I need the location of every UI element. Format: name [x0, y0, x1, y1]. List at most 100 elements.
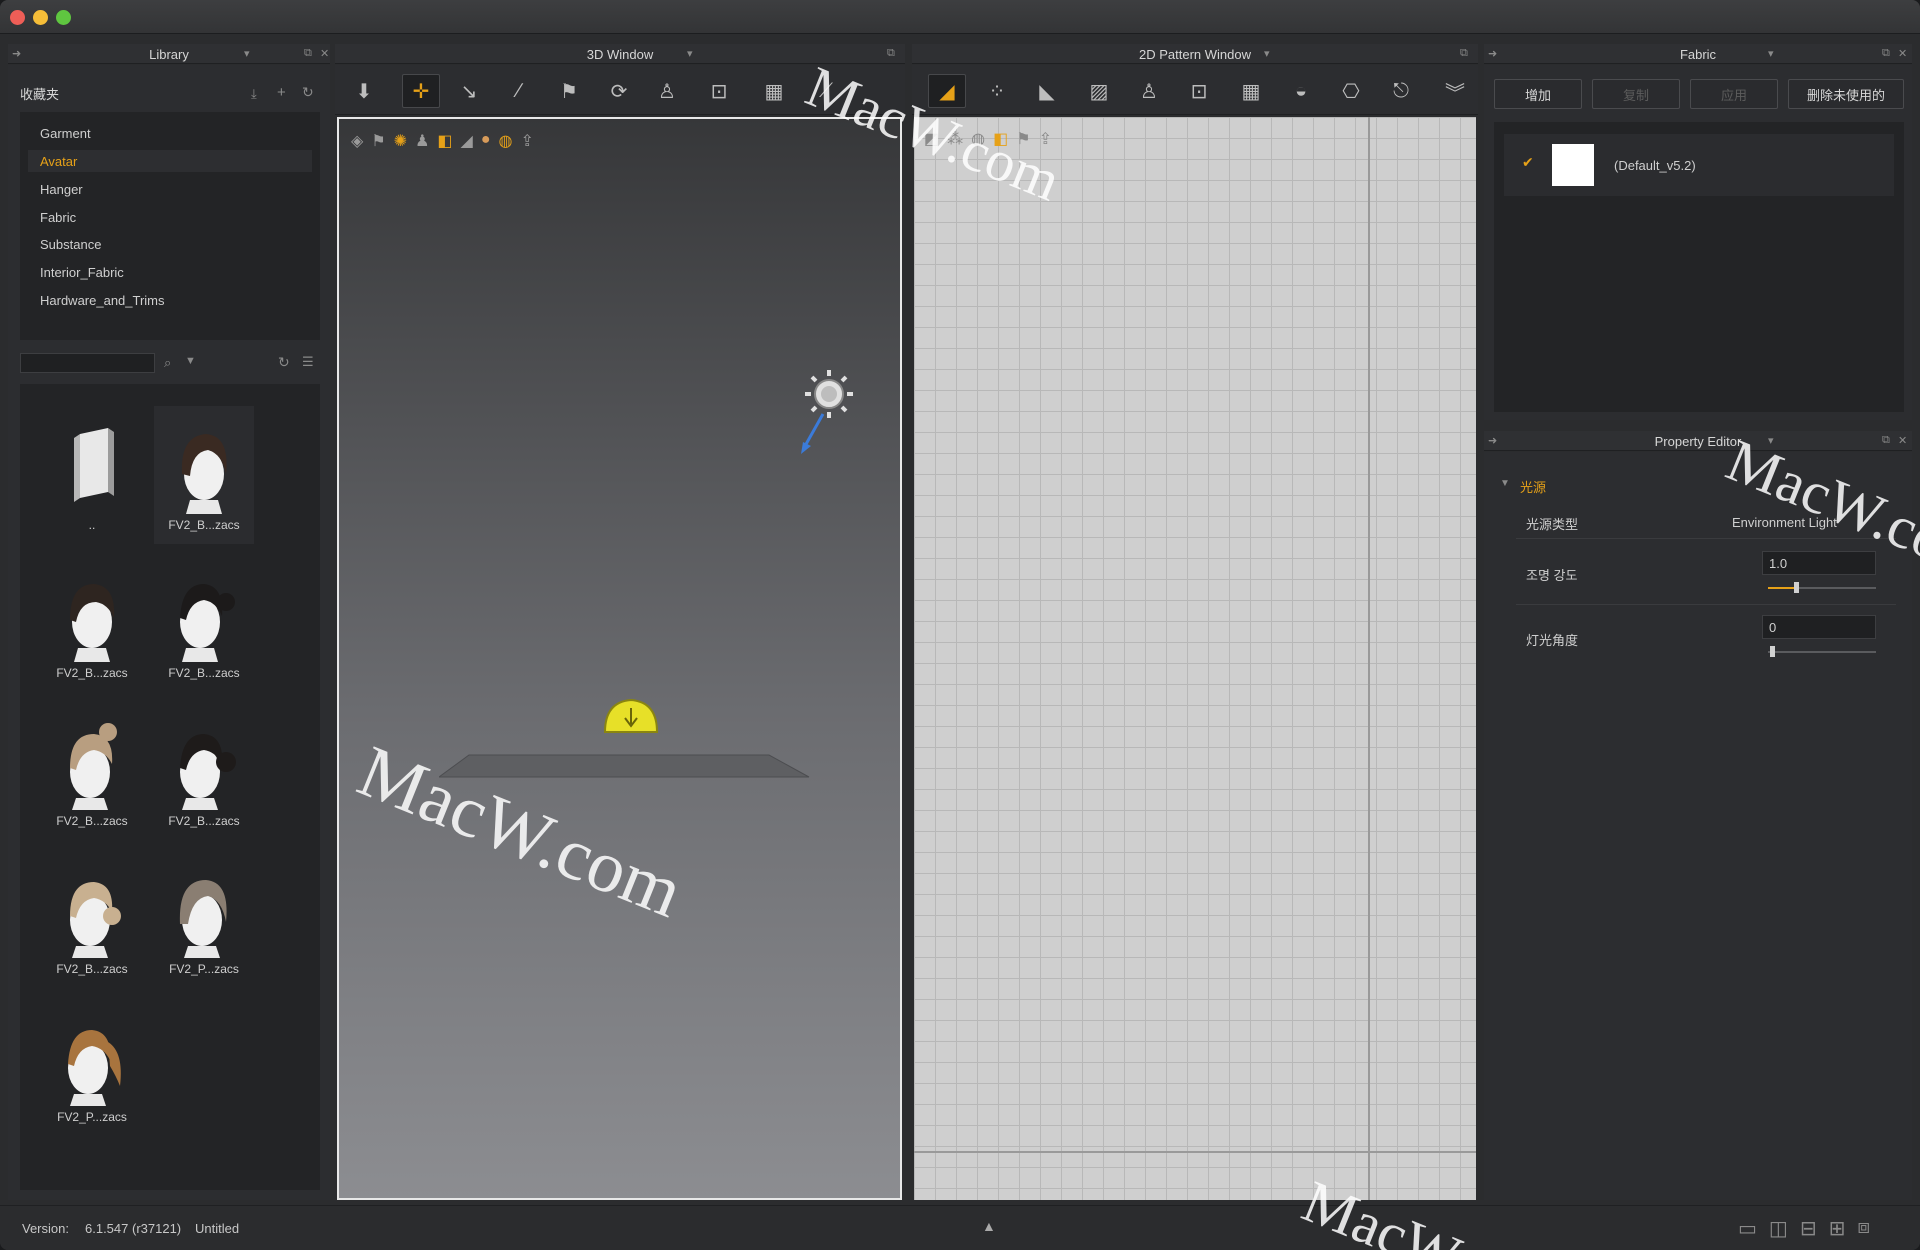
edit-pattern-button[interactable]: ∕	[500, 74, 538, 108]
garment-display-icon[interactable]: ⚑	[371, 131, 385, 151]
rectangle-button[interactable]: ▨	[1080, 74, 1118, 108]
globe-icon[interactable]: ◍	[499, 131, 513, 151]
export-icon[interactable]: ⇪	[520, 131, 533, 151]
refresh-list-icon[interactable]: ↻	[278, 354, 290, 371]
library-search-input[interactable]	[20, 353, 155, 373]
layout-single-icon[interactable]: ▭	[1738, 1216, 1757, 1241]
intensity-slider-thumb[interactable]	[1794, 582, 1799, 593]
library-item-folder-up[interactable]: ..	[42, 406, 142, 544]
avatar-display-icon[interactable]: ♟	[415, 131, 429, 151]
zipper-button[interactable]: ⎋	[1382, 74, 1420, 108]
row-divider	[1516, 538, 1896, 539]
add-folder-icon[interactable]: +	[277, 84, 286, 101]
delete-unused-button[interactable]: 删除未使用的	[1788, 79, 1904, 109]
edit-point-button[interactable]: ⁘	[978, 74, 1016, 108]
library-folder-interior-fabric[interactable]: Interior_Fabric	[28, 261, 312, 283]
simulation-button[interactable]: ⬇	[345, 74, 383, 108]
pin-button[interactable]: ♙	[1130, 74, 1168, 108]
float-panel-icon[interactable]: ⧉	[1882, 434, 1890, 447]
close-panel-icon[interactable]: ✕	[1898, 47, 1907, 60]
import-icon[interactable]: ⤓	[251, 86, 257, 102]
add-fabric-button[interactable]: 增加	[1494, 79, 1582, 109]
apply-fabric-button[interactable]: 应用	[1690, 79, 1778, 109]
export-2d-icon[interactable]: ⇪	[1039, 129, 1052, 149]
library-item[interactable]: FV2_B...zacs	[42, 554, 142, 692]
light-type-value[interactable]: Environment Light	[1732, 515, 1837, 530]
pattern-display-icon[interactable]: ◩	[924, 129, 939, 149]
library-folder-fabric[interactable]: Fabric	[28, 206, 312, 228]
library-folder-hardware-and-trims[interactable]: Hardware_and_Trims	[28, 289, 312, 311]
library-folder-garment[interactable]: Garment	[28, 122, 312, 144]
copy-fabric-button[interactable]: 复制	[1592, 79, 1680, 109]
notch-display-icon[interactable]: ⁂	[947, 129, 963, 149]
expand-panel-up-icon[interactable]: ▲	[982, 1218, 996, 1234]
close-panel-icon[interactable]: ✕	[320, 47, 329, 60]
tack-2d-button[interactable]: ⊡	[1180, 74, 1218, 108]
more-tools-button[interactable]: ︾	[1436, 74, 1474, 108]
dropdown-icon[interactable]: ▾	[1768, 434, 1774, 447]
iron-button[interactable]: ◒	[1282, 74, 1320, 108]
library-folder-hanger[interactable]: Hanger	[28, 178, 312, 200]
dropdown-icon[interactable]: ▾	[1264, 47, 1270, 60]
light-angle-slider-track[interactable]	[1768, 651, 1876, 653]
viewport-3d[interactable]: ◈ ⚑ ✺ ♟ ◧ ◢ ● ◍ ⇪	[337, 117, 902, 1200]
layout-split-icon[interactable]: ◫	[1769, 1216, 1788, 1241]
collapse-section-icon[interactable]: ▼	[1500, 478, 1510, 489]
texture-icon[interactable]: ✺	[394, 131, 407, 151]
fabric-display-icon[interactable]: ◧	[437, 131, 452, 151]
layout-quad-icon[interactable]: ⊞	[1829, 1216, 1846, 1241]
texture-2d-icon[interactable]: ◍	[971, 129, 985, 149]
measure-button[interactable]: ⟋	[807, 74, 845, 108]
dropdown-icon[interactable]: ▾	[244, 47, 250, 60]
search-dropdown-icon[interactable]: ▼	[185, 355, 196, 367]
library-folder-avatar[interactable]: Avatar	[28, 150, 312, 172]
topstitch-button[interactable]: ▦	[755, 74, 793, 108]
stitch-display-icon[interactable]: ◢	[461, 131, 473, 151]
skin-display-icon[interactable]: ●	[481, 131, 491, 151]
fold-arrangement-button[interactable]: ⟳	[600, 74, 638, 108]
layout-three-icon[interactable]: ⊟	[1800, 1216, 1817, 1241]
intensity-slider-track[interactable]	[1768, 587, 1876, 589]
view-mode-icon[interactable]: ◈	[351, 131, 363, 151]
float-panel-icon[interactable]: ⧉	[1460, 47, 1468, 60]
library-item[interactable]: FV2_B...zacs	[154, 554, 254, 692]
minimize-window-button[interactable]	[33, 10, 48, 25]
close-panel-icon[interactable]: ✕	[1898, 434, 1907, 447]
light-angle-slider-thumb[interactable]	[1770, 646, 1775, 657]
garment-2d-icon[interactable]: ⚑	[1016, 129, 1030, 149]
grid-2d-button[interactable]: ▦	[1232, 74, 1270, 108]
light-angle-input[interactable]: 0	[1762, 615, 1876, 639]
pin-tool-button[interactable]: ♙	[648, 74, 686, 108]
fabric-2d-icon[interactable]: ◧	[993, 129, 1008, 149]
transform-pattern-button[interactable]: ◢	[928, 74, 966, 108]
search-icon[interactable]: ⌕	[164, 355, 171, 371]
button-tool-button[interactable]: ⎔	[1332, 74, 1370, 108]
tack-button[interactable]: ⊡	[700, 74, 738, 108]
library-item[interactable]: FV2_B...zacs	[42, 850, 142, 988]
viewport-2d[interactable]: ◩ ⁂ ◍ ◧ ⚑ ⇪	[914, 117, 1476, 1200]
list-view-icon[interactable]: ☰	[302, 354, 314, 370]
refresh-icon[interactable]: ↻	[302, 84, 314, 101]
library-item[interactable]: FV2_B...zacs	[42, 702, 142, 840]
library-item[interactable]: FV2_B...zacs	[154, 702, 254, 840]
float-panel-icon[interactable]: ⧉	[887, 47, 895, 60]
library-item[interactable]: FV2_B...zacs	[154, 406, 254, 544]
library-folder-substance[interactable]: Substance	[28, 233, 312, 255]
dropdown-icon[interactable]: ▾	[1768, 47, 1774, 60]
intensity-input[interactable]: 1.0	[1762, 551, 1876, 575]
polygon-button[interactable]: ◣	[1028, 74, 1066, 108]
avatar-hat-icon[interactable]	[601, 694, 661, 739]
dropdown-icon[interactable]: ▾	[687, 47, 693, 60]
garment-button[interactable]: ⚑	[550, 74, 588, 108]
select-mesh-button[interactable]: ↘	[450, 74, 488, 108]
select-move-button[interactable]: ✛	[402, 74, 440, 108]
close-window-button[interactable]	[10, 10, 25, 25]
library-item[interactable]: FV2_P...zacs	[154, 850, 254, 988]
light-gizmo-icon[interactable]	[779, 364, 859, 464]
layout-custom-icon[interactable]: ⧈	[1857, 1216, 1870, 1241]
maximize-window-button[interactable]	[56, 10, 71, 25]
float-panel-icon[interactable]: ⧉	[1882, 47, 1890, 60]
library-item[interactable]: FV2_P...zacs	[42, 998, 142, 1136]
fabric-list-item[interactable]: ✔ (Default_v5.2)	[1504, 134, 1894, 196]
float-panel-icon[interactable]: ⧉	[304, 47, 312, 60]
